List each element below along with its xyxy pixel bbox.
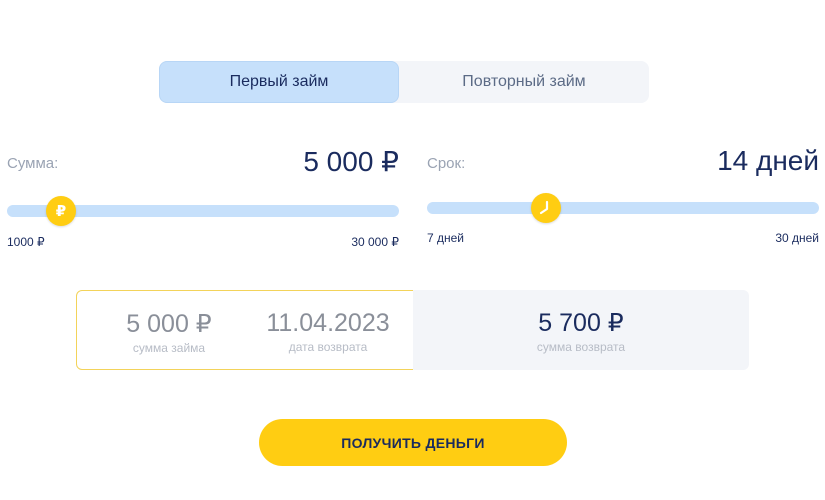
loan-type-tabs: Первый займ Повторный займ <box>159 61 649 103</box>
summary-return-panel: 5 700 ₽ сумма возврата <box>413 290 749 370</box>
amount-slider-block: Сумма: 5 000 ₽ ₽ 1000 ₽ 30 000 ₽ <box>7 146 399 250</box>
amount-value: 5 000 ₽ <box>303 146 399 177</box>
ruble-icon: ₽ <box>55 203 67 220</box>
summary-loan-amount: 5 000 ₽ сумма займа <box>99 309 239 355</box>
get-money-button[interactable]: ПОЛУЧИТЬ ДЕНЬГИ <box>259 419 567 466</box>
term-slider-block: Срок: 14 дней 7 дней 30 дней <box>427 145 819 250</box>
term-value: 14 дней <box>717 145 819 176</box>
loan-amount-value: 5 000 ₽ <box>126 310 212 338</box>
amount-label: Сумма: <box>7 155 59 172</box>
return-date-value: 11.04.2023 <box>266 309 390 337</box>
term-slider-track[interactable] <box>427 202 819 214</box>
summary-loan-panel: 5 000 ₽ сумма займа 11.04.2023 дата возв… <box>76 290 414 370</box>
tab-first-loan[interactable]: Первый займ <box>159 61 399 103</box>
return-date-caption: дата возврата <box>288 340 368 354</box>
amount-slider-thumb[interactable]: ₽ <box>46 196 76 226</box>
term-max-label: 30 дней <box>775 231 819 245</box>
summary-return-amount: 5 700 ₽ сумма возврата <box>511 308 651 354</box>
loan-amount-caption: сумма займа <box>132 341 206 355</box>
return-amount-value: 5 700 ₽ <box>538 309 624 337</box>
clock-icon <box>539 200 549 215</box>
term-label: Срок: <box>427 155 466 172</box>
amount-max-label: 30 000 ₽ <box>351 235 399 249</box>
return-amount-caption: сумма возврата <box>536 340 626 354</box>
tab-repeat-loan[interactable]: Повторный займ <box>399 61 649 103</box>
term-slider-thumb[interactable] <box>531 193 561 223</box>
term-min-label: 7 дней <box>427 231 465 245</box>
loan-calculator: Первый займ Повторный займ Сумма: 5 000 … <box>0 0 825 500</box>
amount-min-label: 1000 ₽ <box>7 235 45 249</box>
summary-return-date: 11.04.2023 дата возврата <box>253 309 403 354</box>
